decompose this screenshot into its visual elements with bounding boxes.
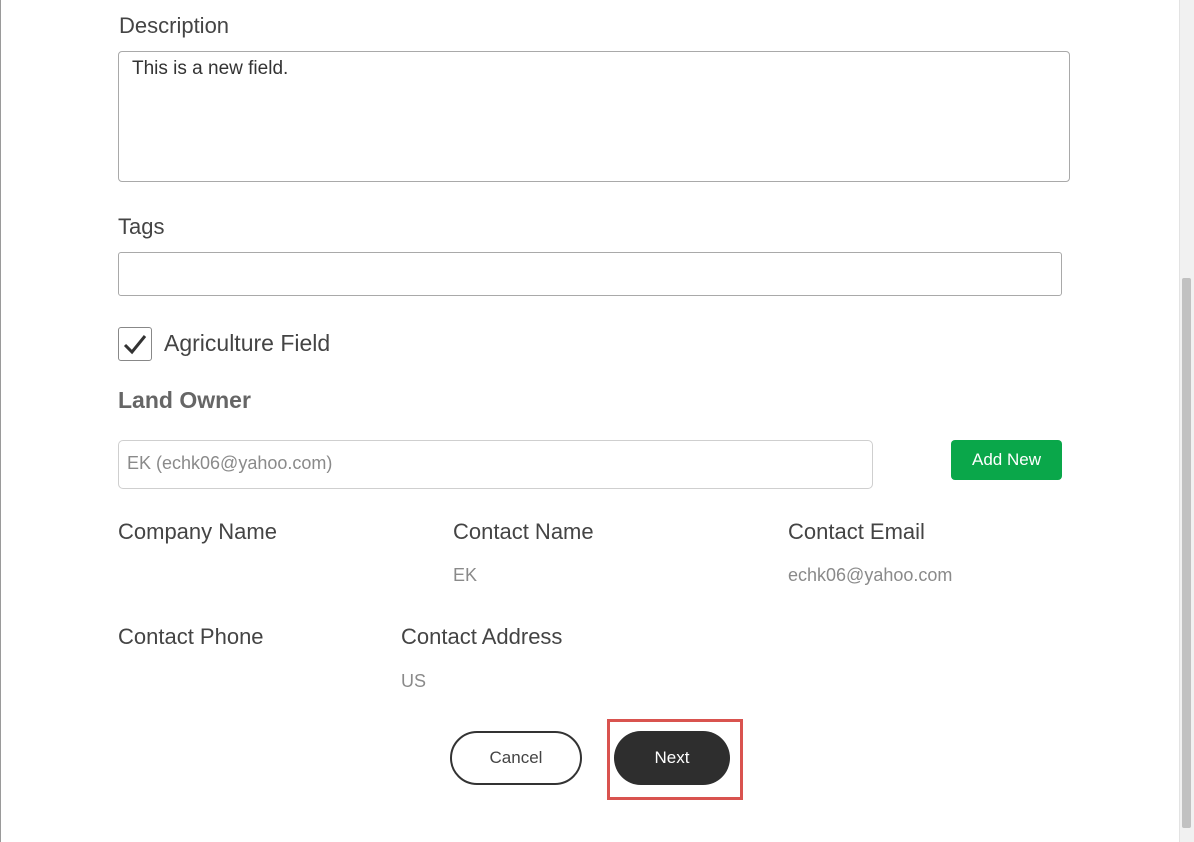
contact-email-value: echk06@yahoo.com: [788, 565, 953, 585]
agriculture-field-label[interactable]: Agriculture Field: [164, 330, 330, 357]
description-value: This is a new field.: [132, 58, 289, 79]
contact-address-value: US: [401, 671, 427, 691]
add-new-button[interactable]: Add New: [951, 440, 1062, 480]
agriculture-checkbox[interactable]: [118, 327, 152, 361]
scrollbar-thumb[interactable]: [1182, 278, 1191, 828]
contact-name-label: Contact Name: [453, 519, 594, 544]
description-label: Description: [119, 13, 230, 38]
land-owner-title: Land Owner: [118, 387, 251, 413]
check-icon: [123, 335, 147, 355]
land-owner-select[interactable]: EK (echk06@yahoo.com): [118, 440, 873, 489]
tags-label: Tags: [118, 214, 165, 239]
contact-name-value: EK: [453, 565, 478, 585]
next-button[interactable]: Next: [614, 731, 730, 785]
description-textarea[interactable]: This is a new field.: [118, 51, 1070, 182]
company-name-label: Company Name: [118, 519, 277, 544]
tags-input[interactable]: [118, 252, 1062, 296]
window-left-border: [0, 0, 1, 842]
contact-phone-label: Contact Phone: [118, 624, 264, 649]
land-owner-selected-value: EK (echk06@yahoo.com): [127, 453, 333, 473]
contact-email-label: Contact Email: [788, 519, 925, 544]
contact-address-label: Contact Address: [401, 624, 563, 649]
vertical-scrollbar[interactable]: [1179, 0, 1194, 842]
cancel-button[interactable]: Cancel: [450, 731, 582, 785]
